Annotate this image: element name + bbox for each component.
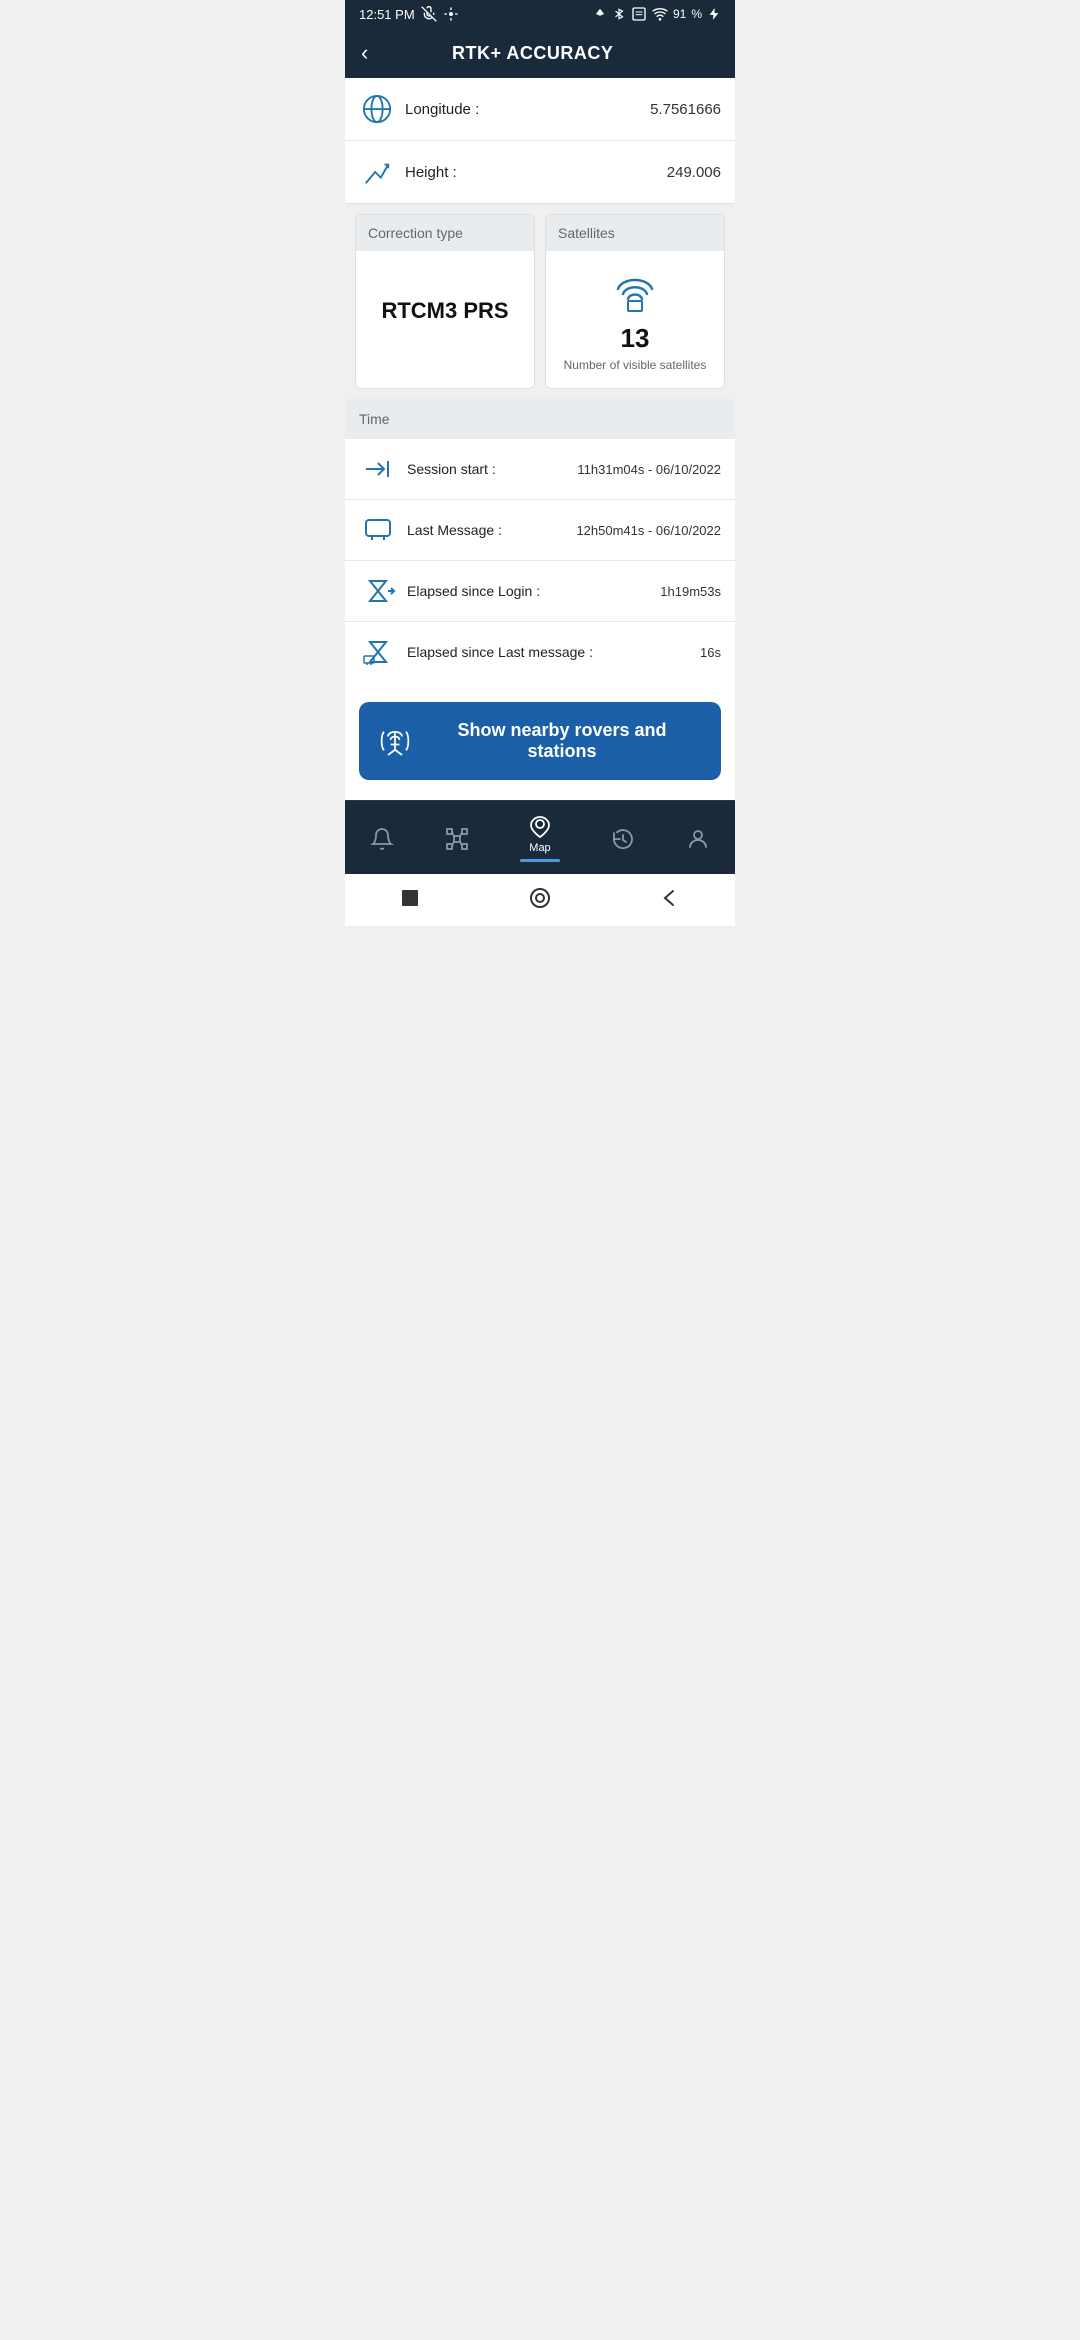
height-value: 249.006 (667, 164, 721, 181)
last-message-value: 12h50m41s - 06/10/2022 (576, 523, 721, 538)
nearby-button[interactable]: Show nearby rovers and stations (359, 702, 721, 780)
system-nav (345, 874, 735, 926)
height-row: Height : 249.006 (345, 141, 735, 203)
bottom-nav: Map (345, 800, 735, 874)
elapsed-last-row: Elapsed since Last message : 16s (345, 622, 735, 682)
location2-icon (593, 7, 607, 21)
session-start-row: Session start : 11h31m04s - 06/10/2022 (345, 439, 735, 500)
correction-card-header: Correction type (356, 215, 534, 251)
bluetooth-icon (612, 7, 626, 21)
status-icons: 91 % (593, 6, 721, 22)
last-message-label: Last Message : (407, 522, 576, 538)
nav-map[interactable]: Map (510, 811, 570, 866)
satellites-sublabel: Number of visible satellites (564, 358, 707, 372)
satellites-card: Satellites 13 Number of visible satellit… (545, 214, 725, 389)
back-nav-icon (659, 887, 681, 909)
time-section-header: Time (345, 399, 735, 439)
session-start-label: Session start : (407, 461, 577, 477)
sys-home-button[interactable] (526, 884, 554, 912)
profile-icon (686, 827, 710, 851)
battery-percent: 91 (673, 7, 686, 21)
nav-alerts[interactable] (360, 823, 404, 855)
longitude-value: 5.7561666 (650, 101, 721, 118)
correction-card: Correction type RTCM3 PRS (355, 214, 535, 389)
button-section: Show nearby rovers and stations (345, 682, 735, 800)
sys-stop-button[interactable] (396, 884, 424, 912)
correction-value: RTCM3 PRS (381, 298, 508, 324)
header: ‹ RTK+ ACCURACY (345, 28, 735, 78)
battery-label: % (691, 7, 702, 21)
longitude-label: Longitude : (405, 101, 650, 118)
sys-back-button[interactable] (656, 884, 684, 912)
elapsed-login-value: 1h19m53s (660, 584, 721, 599)
map-nav-label: Map (529, 842, 550, 854)
location-icon (443, 6, 459, 22)
elapsed-last-label: Elapsed since Last message : (407, 644, 700, 660)
nav-connect[interactable] (435, 823, 479, 855)
height-label: Height : (405, 164, 667, 181)
cards-row: Correction type RTCM3 PRS Satellites (345, 204, 735, 399)
session-start-value: 11h31m04s - 06/10/2022 (577, 462, 721, 477)
nearby-button-label: Show nearby rovers and stations (423, 720, 701, 762)
longitude-row: Longitude : 5.7561666 (345, 78, 735, 141)
time-display: 12:51 PM (359, 7, 415, 22)
satellite-icon (608, 267, 662, 315)
elapsed-login-row: Elapsed since Login : 1h19m53s (345, 561, 735, 622)
charging-icon (707, 7, 721, 21)
back-button[interactable]: ‹ (361, 42, 368, 64)
status-bar: 12:51 PM 91 % (345, 0, 735, 28)
session-start-icon (359, 455, 397, 483)
wifi-icon (652, 7, 668, 21)
nodes-icon (445, 827, 469, 851)
longitude-icon (359, 94, 395, 124)
elapsed-last-value: 16s (700, 645, 721, 660)
correction-card-body: RTCM3 PRS (356, 251, 534, 371)
status-time: 12:51 PM (359, 6, 459, 22)
last-message-row: Last Message : 12h50m41s - 06/10/2022 (345, 500, 735, 561)
page-title: RTK+ ACCURACY (368, 43, 697, 64)
elapsed-login-label: Elapsed since Login : (407, 583, 660, 599)
elapsed-login-icon (359, 577, 397, 605)
info-section: Longitude : 5.7561666 Height : 249.006 (345, 78, 735, 204)
height-icon (359, 157, 395, 187)
nav-profile[interactable] (676, 823, 720, 855)
nav-active-indicator (520, 859, 560, 862)
elapsed-message-icon (359, 638, 397, 666)
satellites-count: 13 (621, 323, 650, 354)
satellites-card-body: 13 Number of visible satellites (546, 251, 724, 388)
bell-icon (370, 827, 394, 851)
mute-icon (421, 6, 437, 22)
nearby-icon (379, 727, 411, 755)
history-icon (611, 827, 635, 851)
nav-history[interactable] (601, 823, 645, 855)
stop-icon (400, 888, 420, 908)
main-content: Longitude : 5.7561666 Height : 249.006 C… (345, 78, 735, 800)
sim-icon (631, 6, 647, 22)
map-icon (528, 815, 552, 839)
message-icon (359, 516, 397, 544)
time-section: Time Session start : 11h31m04s - 06/10/2… (345, 399, 735, 682)
home-icon (529, 887, 551, 909)
satellites-card-header: Satellites (546, 215, 724, 251)
